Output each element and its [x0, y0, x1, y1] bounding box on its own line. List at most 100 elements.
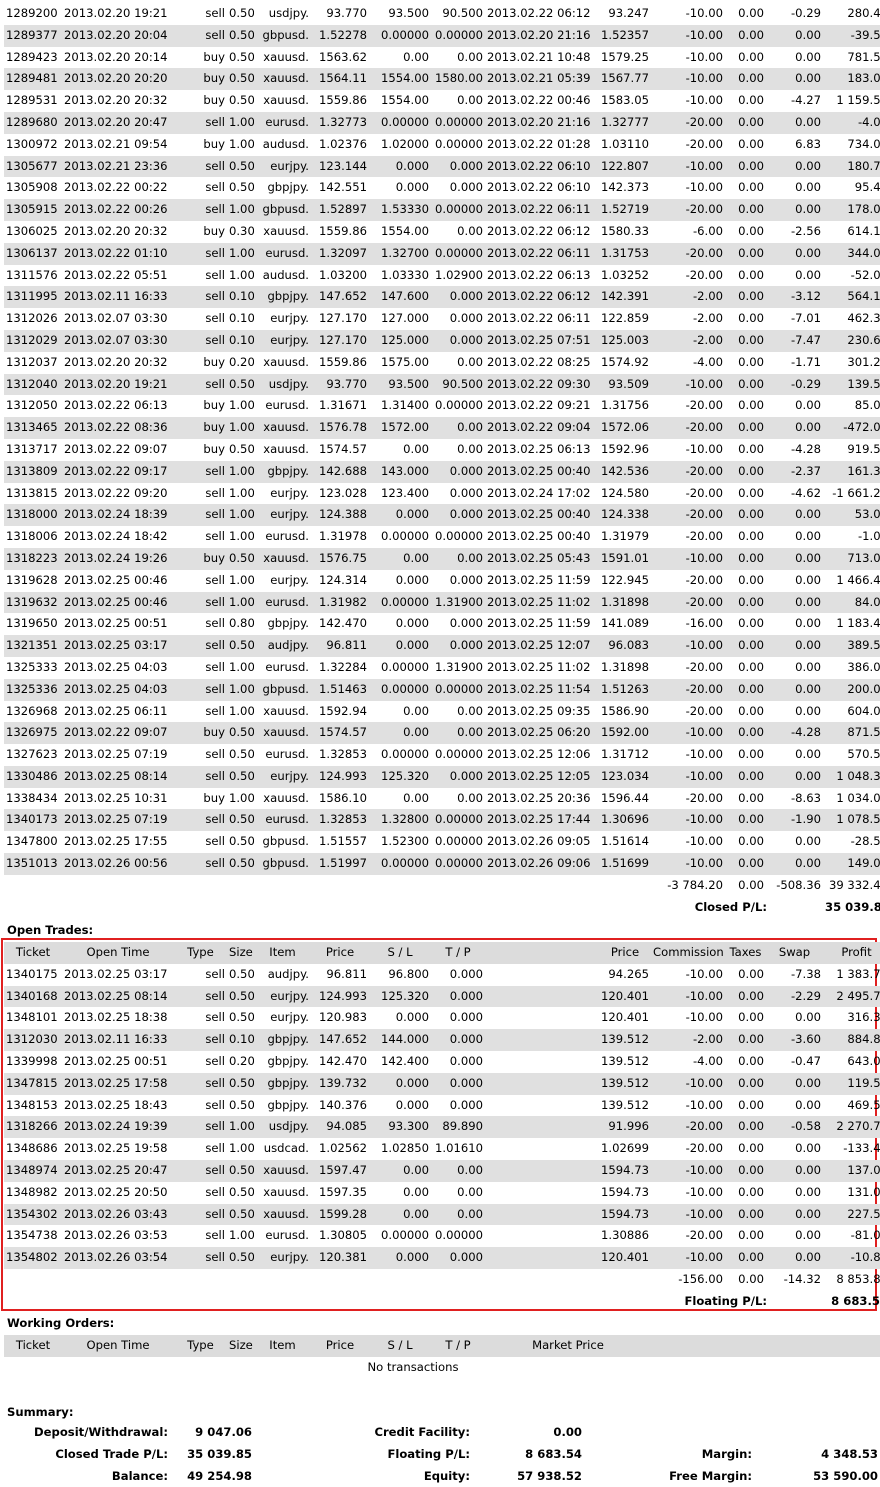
- closed-cell-commission: -10.00: [685, 180, 723, 195]
- open-cell-sl: 0.00000: [381, 1228, 429, 1243]
- closed-cell-price: 1563.62: [319, 49, 367, 64]
- closed-cell-size: 0.50: [227, 722, 254, 745]
- open-cell-open-time: 2013.02.25 00:51: [64, 1053, 168, 1068]
- closed-cell-open-time: 2013.02.20 20:14: [64, 49, 168, 64]
- closed-cell-tp: 0.000: [431, 155, 485, 178]
- closed-cell-sl: 0.000: [395, 616, 429, 631]
- closed-cell-ticket: 1326968: [6, 703, 58, 718]
- closed-cell-close-time: 2013.02.26 09:06: [485, 853, 599, 875]
- closed-cell-profit: -4.00: [823, 111, 880, 134]
- closed-cell-swap: 0.00: [795, 180, 821, 195]
- closed-cell-commission: -20.00: [651, 504, 725, 527]
- closed-cell-commission: -20.00: [651, 242, 725, 265]
- closed-cell-ticket: 1321351: [4, 635, 62, 657]
- closed-cell-sl: 0.000: [369, 635, 431, 657]
- closed-cell-taxes: 0.00: [738, 223, 764, 238]
- closed-cell-size: 1.00: [229, 790, 254, 805]
- open-cell-swap: 0.00: [795, 1010, 821, 1025]
- col-swap: Swap: [766, 942, 823, 964]
- open-cell-size: 0.50: [227, 1247, 254, 1269]
- closed-cell-type: sell: [174, 286, 227, 309]
- closed-cell-ticket: 1325336: [4, 678, 62, 701]
- closed-cell-taxes: 0.00: [738, 93, 764, 108]
- wo-col-market-price: Market Price: [485, 1335, 651, 1357]
- open-cell-profit: -10.87: [823, 1247, 880, 1269]
- closed-cell-price: 1574.57: [319, 441, 367, 456]
- closed-cell-type: buy: [203, 93, 225, 108]
- closed-cell-commission: -16.00: [685, 616, 723, 631]
- closed-trade-row: 1321351 2013.02.25 03:17 sell 0.50 audjpy. 96…: [4, 635, 880, 657]
- open-cell-size: 0.20: [229, 1053, 254, 1068]
- closed-cell-taxes: 0.00: [738, 180, 764, 195]
- closed-cell-profit: 180.71: [823, 155, 880, 178]
- wo-col-tp: T / P: [431, 1335, 485, 1357]
- deposit-label: Deposit/Withdrawal:: [34, 1425, 168, 1439]
- open-cell-tp: 0.00: [431, 1159, 485, 1182]
- closed-cell-close-time: 2013.02.25 00:40: [487, 529, 591, 544]
- closed-cell-ticket: 1289200: [6, 6, 58, 20]
- closed-cell-ticket: 1319632: [4, 591, 62, 614]
- closed-cell-swap: 0.00: [795, 616, 821, 631]
- closed-cell-type: sell: [174, 155, 227, 178]
- closed-cell-type: sell: [205, 659, 225, 674]
- closed-cell-taxes: 0.00: [738, 616, 764, 631]
- open-cell-commission: -10.00: [685, 1010, 723, 1025]
- closed-cell-ticket: 1347800: [6, 834, 58, 849]
- open-cell-commission: -10.00: [685, 1184, 723, 1199]
- closed-cell-item: eurusd.: [254, 242, 311, 265]
- closed-cell-sl: 0.00000: [369, 111, 431, 134]
- closed-cell-close-price: 124.580: [601, 485, 649, 500]
- closed-cell-size: 0.50: [227, 68, 254, 91]
- closed-cell-price: 1.32097: [311, 242, 369, 265]
- closed-cell-taxes: 0.00: [738, 136, 764, 151]
- closed-cell-price: 142.470: [319, 616, 367, 631]
- closed-cell-ticket: 1289481: [4, 68, 62, 91]
- closed-cell-commission: -10.00: [685, 747, 723, 762]
- open-cell-profit: 469.58: [847, 1097, 880, 1112]
- closed-cell-commission: -10.00: [651, 722, 725, 745]
- closed-cell-price: 1.52278: [311, 24, 369, 47]
- closed-cell-close-price: 96.083: [599, 635, 651, 657]
- open-cell-tp: 0.00: [431, 1203, 485, 1226]
- col-profit: Profit: [823, 942, 880, 964]
- open-cell-size: 0.50: [227, 1072, 254, 1095]
- closed-cell-taxes: 0.00: [725, 286, 766, 309]
- closed-cell-type: sell: [205, 747, 225, 762]
- closed-cell-item: usdjpy.: [268, 6, 309, 20]
- closed-cell-item: eurjpy.: [270, 311, 309, 326]
- closed-cell-sl: 0.00000: [381, 529, 429, 544]
- open-cell-blank: [485, 964, 599, 986]
- closed-cell-profit: 85.00: [854, 398, 880, 413]
- closed-cell-sl: 0.00000: [369, 678, 431, 701]
- closed-cell-item: xauusd.: [263, 441, 309, 456]
- closed-total-commission: -3 784.20: [667, 877, 723, 892]
- closed-cell-profit: 1 078.50: [823, 809, 880, 832]
- open-trades-title: Open Trades:: [7, 923, 94, 937]
- closed-cell-taxes: 0.00: [738, 834, 764, 849]
- closed-cell-close-price: 1.31756: [601, 398, 649, 413]
- open-trade-row: 1354302 2013.02.26 03:43 sell 0.50 xauusd. 15…: [4, 1203, 880, 1226]
- closed-cell-tp: 90.500: [431, 373, 485, 396]
- closed-cell-commission: -10.00: [651, 373, 725, 396]
- closed-cell-sl: 1572.00: [369, 417, 431, 439]
- open-cell-item: eurjpy.: [254, 985, 311, 1008]
- closed-cell-open-time: 2013.02.20 20:04: [62, 24, 174, 47]
- closed-trade-row: 1311995 2013.02.11 16:33 sell 0.10 gbpjpy. 14…: [4, 286, 880, 309]
- closed-cell-price: 93.770: [326, 6, 367, 20]
- open-cell-ticket: 1348686: [6, 1141, 58, 1156]
- closed-cell-type: sell: [174, 635, 227, 657]
- closed-cell-ticket: 1312040: [4, 373, 62, 396]
- open-cell-type: sell: [174, 1247, 227, 1269]
- closed-cell-profit: -52.00: [850, 267, 880, 282]
- closed-cell-swap: -4.62: [791, 485, 821, 500]
- closed-cell-swap: 0.00: [795, 572, 821, 587]
- closed-cell-price: 1.31978: [319, 529, 367, 544]
- open-total-taxes: 0.00: [738, 1271, 764, 1286]
- open-cell-market-price: 1.02699: [601, 1141, 649, 1156]
- closed-cell-profit: 1 034.00: [836, 790, 880, 805]
- closed-cell-size: 1.00: [229, 572, 254, 587]
- closed-cell-price: 1.52897: [311, 199, 369, 221]
- closed-cell-ticket: 1318223: [4, 547, 62, 570]
- open-cell-profit: 2 270.75: [823, 1116, 880, 1139]
- open-cell-commission: -10.00: [685, 1097, 723, 1112]
